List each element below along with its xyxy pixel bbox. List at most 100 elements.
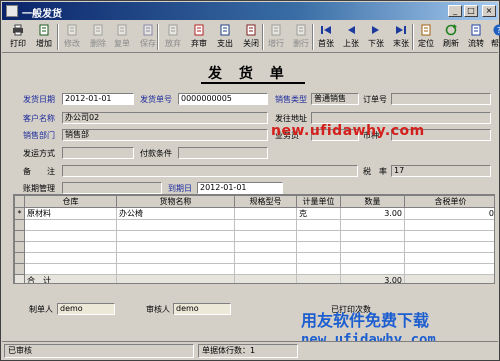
grid-cell[interactable] bbox=[116, 241, 235, 253]
add-row-button[interactable]: 增行 bbox=[264, 23, 288, 51]
prev-icon bbox=[348, 26, 355, 34]
add-button[interactable]: 增加 bbox=[32, 23, 56, 51]
form-title-underline bbox=[201, 82, 305, 84]
grid-cell[interactable] bbox=[296, 230, 341, 242]
prev-button[interactable]: 上张 bbox=[339, 23, 363, 51]
grid-cell[interactable] bbox=[24, 263, 117, 275]
grid-cell[interactable] bbox=[116, 252, 235, 264]
grid-cell[interactable] bbox=[404, 263, 494, 275]
grid-cell[interactable] bbox=[24, 252, 117, 264]
table-row[interactable]: * 原材料 办公椅 克 3.00 0 bbox=[14, 207, 494, 220]
grid-cell[interactable] bbox=[404, 230, 494, 242]
ship-method-field[interactable] bbox=[62, 147, 134, 159]
last-button[interactable]: 末张 bbox=[389, 23, 413, 51]
maximize-button[interactable]: □ bbox=[464, 5, 478, 17]
ship-button[interactable]: 支出 bbox=[213, 23, 237, 51]
locate-button[interactable]: 定位 bbox=[414, 23, 438, 51]
print-button[interactable]: 打印 bbox=[6, 23, 30, 51]
grid-cell[interactable] bbox=[340, 252, 405, 264]
grid-cell[interactable] bbox=[116, 263, 235, 275]
grid-cell[interactable] bbox=[234, 219, 297, 231]
order-no-field[interactable] bbox=[391, 93, 491, 105]
grid-column-header[interactable]: 计量单位 bbox=[296, 195, 341, 208]
discard-icon bbox=[168, 24, 178, 36]
add-row-icon bbox=[271, 24, 281, 36]
refresh-button[interactable]: 刷新 bbox=[439, 23, 463, 51]
minimize-button[interactable]: _ bbox=[448, 5, 462, 17]
table-row[interactable] bbox=[14, 219, 494, 231]
table-row[interactable] bbox=[14, 241, 494, 253]
table-row[interactable] bbox=[14, 263, 494, 275]
sale-type-label: 销售类型 bbox=[275, 95, 307, 104]
grid-cell[interactable] bbox=[234, 230, 297, 242]
tax-rate-label: 税 率 bbox=[363, 167, 387, 176]
remark-field[interactable] bbox=[62, 165, 358, 177]
flow-button[interactable]: 流转 bbox=[464, 23, 488, 51]
grid-cell[interactable] bbox=[24, 241, 117, 253]
ship-no-field[interactable]: 0000000005 bbox=[178, 93, 268, 105]
refresh-label: 刷新 bbox=[443, 39, 459, 48]
ship-no-label: 发货单号 bbox=[140, 95, 172, 104]
grid-cell[interactable] bbox=[404, 219, 494, 231]
grid-column-header[interactable]: 数量 bbox=[340, 195, 405, 208]
add-row-label: 增行 bbox=[268, 39, 284, 48]
save-button[interactable]: 保存 bbox=[136, 23, 160, 51]
grid-cell[interactable] bbox=[116, 219, 235, 231]
grid-cell[interactable] bbox=[340, 230, 405, 242]
grid-cell[interactable] bbox=[340, 219, 405, 231]
del-row-label: 删行 bbox=[293, 39, 309, 48]
ship-date-field[interactable]: 2012-01-01 bbox=[62, 93, 134, 105]
watermark-brand: 用友软件免费下载 bbox=[301, 311, 430, 330]
grid-column-header[interactable]: 仓库 bbox=[24, 195, 117, 208]
grid-cell[interactable] bbox=[296, 263, 341, 275]
grid-cell[interactable] bbox=[296, 241, 341, 253]
due-date-field[interactable]: 2012-01-01 bbox=[197, 182, 283, 194]
help-button[interactable]: ? 帮助 bbox=[487, 23, 500, 51]
pay-terms-field[interactable] bbox=[178, 147, 268, 159]
watermark-url-red: new.ufidawhy.com bbox=[271, 123, 425, 139]
row-marker bbox=[14, 241, 25, 253]
unapprove-button[interactable]: 弃审 bbox=[187, 23, 211, 51]
grid-column-header[interactable]: 规格型号 bbox=[234, 195, 297, 208]
copy-button[interactable]: 复单 bbox=[110, 23, 134, 51]
grid-cell[interactable] bbox=[404, 241, 494, 253]
grid-cell[interactable] bbox=[296, 252, 341, 264]
discard-label: 放弃 bbox=[165, 39, 181, 48]
grid-cell[interactable] bbox=[116, 230, 235, 242]
del-row-button[interactable]: 删行 bbox=[289, 23, 313, 51]
grid-cell[interactable]: 0 bbox=[404, 207, 494, 220]
help-icon: ? bbox=[493, 24, 500, 36]
last-label: 末张 bbox=[393, 39, 409, 48]
close-button[interactable]: 关闭 bbox=[239, 23, 263, 51]
grid-cell[interactable] bbox=[234, 207, 297, 220]
row-marker bbox=[14, 263, 25, 275]
table-row[interactable] bbox=[14, 230, 494, 242]
grid-cell[interactable] bbox=[404, 252, 494, 264]
grid-cell[interactable]: 原材料 bbox=[24, 207, 117, 220]
grid-cell[interactable] bbox=[234, 263, 297, 275]
grid-cell[interactable] bbox=[234, 252, 297, 264]
dept-field[interactable]: 销售部 bbox=[62, 129, 268, 141]
grid-cell[interactable]: 3.00 bbox=[340, 207, 405, 220]
close-window-button[interactable]: × bbox=[482, 5, 496, 17]
grid-cell[interactable] bbox=[340, 263, 405, 275]
account-field[interactable] bbox=[62, 182, 162, 194]
first-button[interactable]: 首张 bbox=[314, 23, 338, 51]
table-row[interactable] bbox=[14, 252, 494, 264]
grid-cell[interactable] bbox=[234, 241, 297, 253]
grid-cell[interactable]: 办公椅 bbox=[116, 207, 235, 220]
grid-cell[interactable] bbox=[24, 230, 117, 242]
delete-button[interactable]: 删除 bbox=[86, 23, 110, 51]
grid-column-header[interactable]: 货物名称 bbox=[116, 195, 235, 208]
grid-column-header[interactable]: 含税单价 bbox=[404, 195, 494, 208]
edit-button[interactable]: 修改 bbox=[60, 23, 84, 51]
tax-rate-field[interactable]: 17 bbox=[391, 165, 491, 177]
discard-button[interactable]: 放弃 bbox=[161, 23, 185, 51]
customer-field[interactable]: 办公司02 bbox=[62, 112, 268, 124]
grid-cell[interactable] bbox=[24, 219, 117, 231]
next-button[interactable]: 下张 bbox=[364, 23, 388, 51]
grid-cell[interactable]: 克 bbox=[296, 207, 341, 220]
grid-cell[interactable] bbox=[296, 219, 341, 231]
grid-cell[interactable] bbox=[340, 241, 405, 253]
sale-type-field[interactable]: 普通销售 bbox=[311, 93, 359, 105]
